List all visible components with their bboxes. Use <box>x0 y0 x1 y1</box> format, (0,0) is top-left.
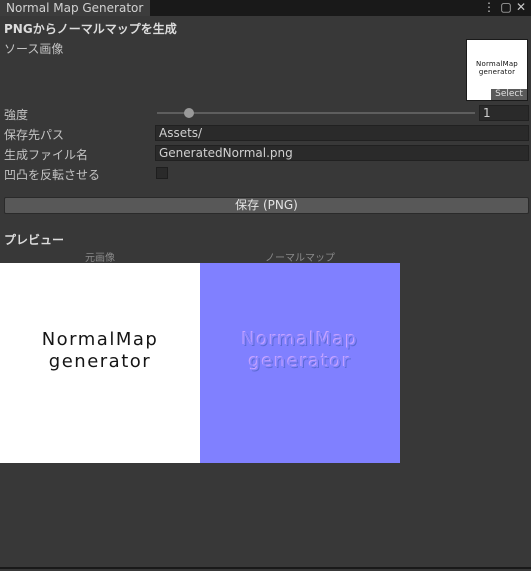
tab-normal-map-generator[interactable]: Normal Map Generator <box>0 0 150 16</box>
preview-title: プレビュー <box>4 233 65 247</box>
invert-label: 凹凸を反転させる <box>4 168 101 182</box>
strength-slider-track[interactable] <box>157 112 475 114</box>
original-image-caption: 元画像 <box>85 253 115 264</box>
normal-map-caption: ノーマルマップ <box>265 253 335 264</box>
original-image-preview: NormalMap generator <box>0 263 200 463</box>
save-path-label: 保存先パス <box>4 128 65 142</box>
save-png-button[interactable]: 保存 (PNG) <box>4 197 529 214</box>
strength-value-input[interactable] <box>479 105 529 121</box>
tab-bar: Normal Map Generator ⋮ ▢ ✕ <box>0 0 531 16</box>
select-button[interactable]: Select <box>491 89 527 100</box>
invert-checkbox[interactable] <box>156 167 168 179</box>
maximize-icon[interactable]: ▢ <box>499 0 513 16</box>
file-name-input[interactable] <box>155 145 529 161</box>
strength-label: 強度 <box>4 108 29 122</box>
save-path-input[interactable] <box>155 125 529 141</box>
bottom-border <box>0 567 531 569</box>
original-text-line-2: generator <box>48 351 152 372</box>
thumbnail-text-line-2: generator <box>478 68 516 76</box>
strength-slider-handle[interactable] <box>183 108 194 118</box>
more-menu-icon[interactable]: ⋮ <box>482 0 496 16</box>
thumbnail-text-line-1: NormalMap <box>476 60 518 68</box>
normal-map-preview: NormalMap generator <box>200 263 400 463</box>
source-image-field[interactable]: NormalMap generator Select <box>466 39 528 101</box>
file-name-label: 生成ファイル名 <box>4 148 89 162</box>
source-image-label: ソース画像 <box>4 42 64 56</box>
section-title: PNGからノーマルマップを生成 <box>4 22 177 36</box>
normal-text-line-2: generator <box>248 351 352 372</box>
original-text-line-1: NormalMap <box>41 329 159 350</box>
normal-text-line-1: NormalMap <box>241 329 359 350</box>
close-icon[interactable]: ✕ <box>514 0 528 16</box>
